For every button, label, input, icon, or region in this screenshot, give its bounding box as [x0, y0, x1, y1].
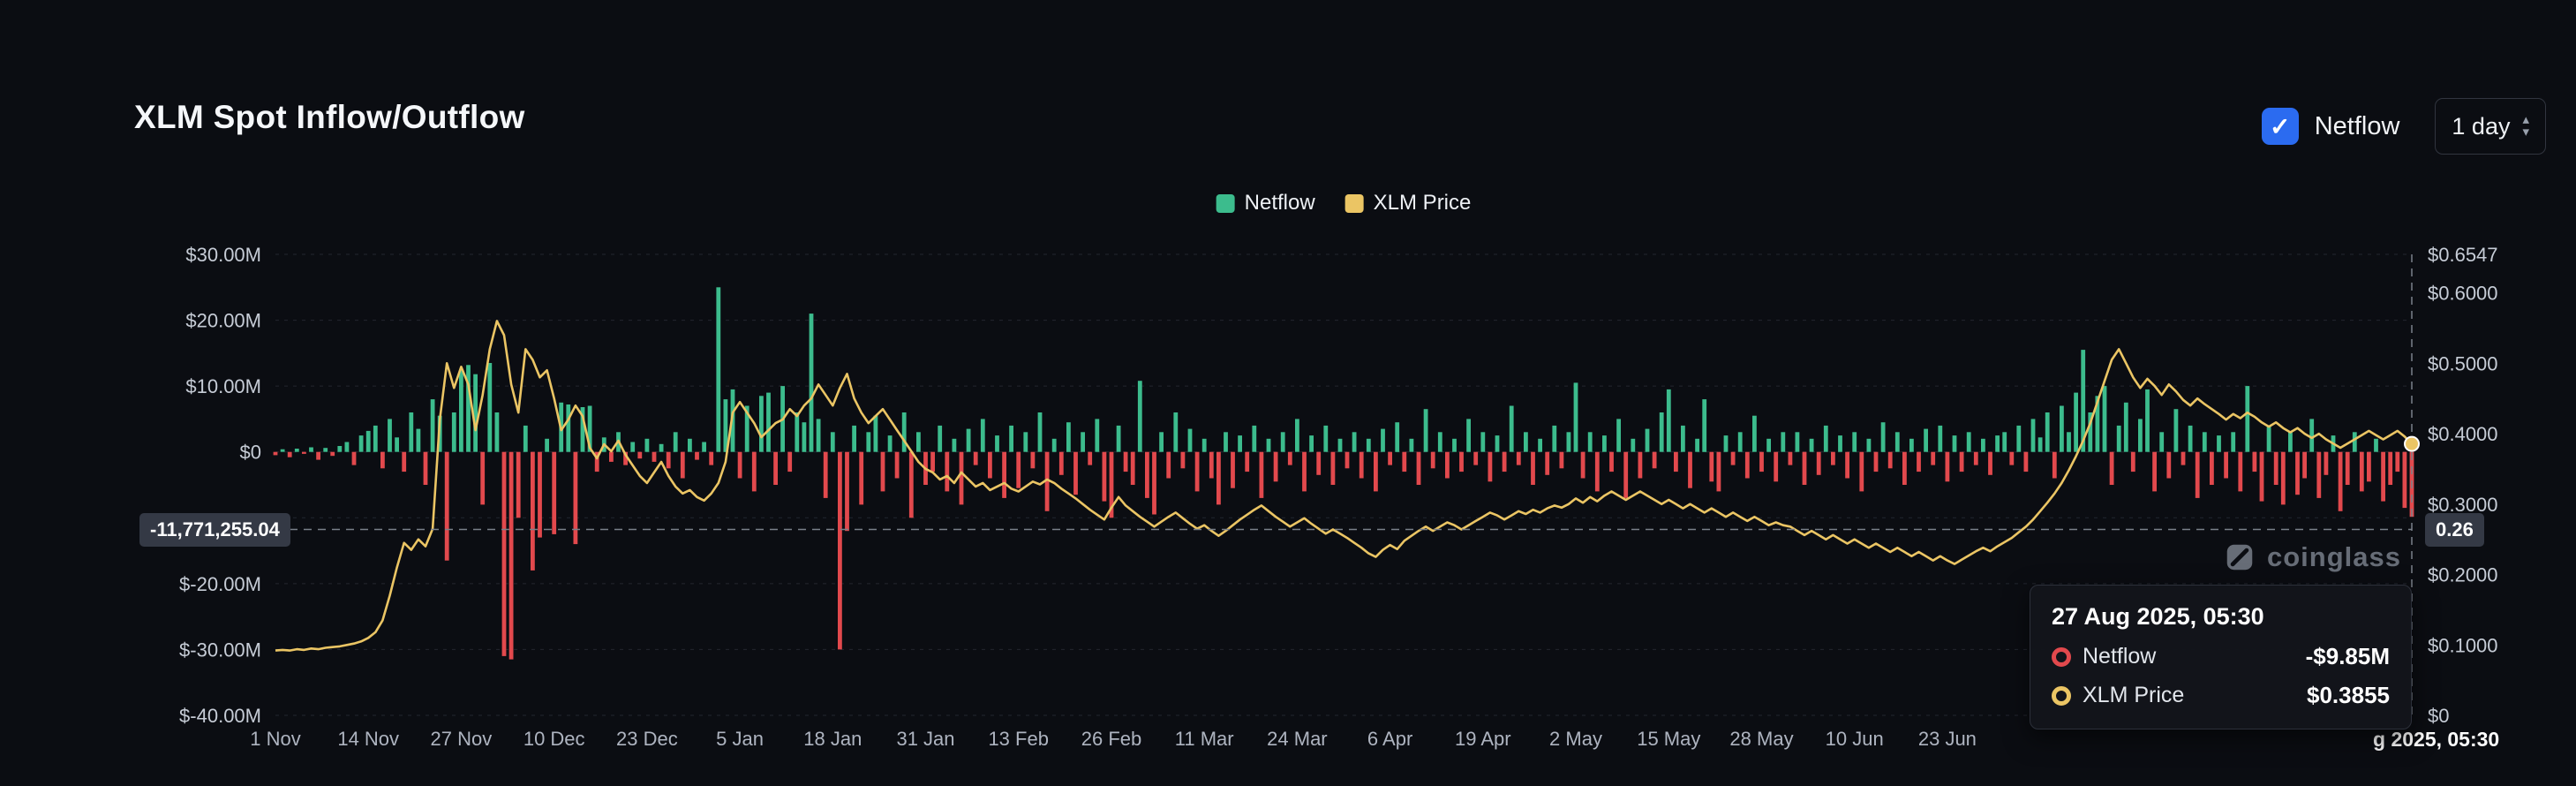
right-axis-labels: $0.6547$0.6000$0.5000$0.4000$0.3000$0.20…: [2428, 244, 2498, 727]
svg-text:6 Apr: 6 Apr: [1367, 728, 1412, 750]
chart-legend: Netflow XLM Price: [1216, 191, 1472, 215]
svg-text:11 Mar: 11 Mar: [1175, 728, 1234, 750]
chevron-up-down-icon: ▴▾: [2522, 114, 2529, 139]
tooltip-row: XLM Price $0.3855: [2052, 682, 2390, 709]
svg-text:$-30.00M: $-30.00M: [179, 639, 261, 661]
svg-text:19 Apr: 19 Apr: [1455, 728, 1511, 750]
legend-item-xlm-price[interactable]: XLM Price: [1345, 191, 1472, 215]
netflow-checkbox-label: Netflow: [2315, 112, 2400, 141]
svg-text:5 Jan: 5 Jan: [716, 728, 764, 750]
svg-text:10 Jun: 10 Jun: [1826, 728, 1884, 750]
xlm-price-swatch-icon: [1345, 194, 1364, 213]
svg-text:$0.1000: $0.1000: [2428, 634, 2498, 656]
tooltip-netflow-label: Netflow: [2083, 644, 2156, 669]
svg-text:23 Jun: 23 Jun: [1918, 728, 1977, 750]
svg-text:$0.5000: $0.5000: [2428, 352, 2498, 374]
svg-text:10 Dec: 10 Dec: [523, 728, 585, 750]
left-axis-labels: $30.00M $20.00M $10.00M $0 $-20.00M $-30.00M $…: [179, 244, 261, 727]
tooltip-date: 27 Aug 2025, 05:30: [2052, 603, 2390, 631]
svg-text:$-20.00M: $-20.00M: [179, 573, 261, 595]
watermark-text: coinglass: [2267, 541, 2401, 573]
svg-text:$0.2000: $0.2000: [2428, 564, 2498, 586]
netflow-checkbox[interactable]: ✓: [2262, 108, 2299, 145]
svg-text:$20.00M: $20.00M: [185, 310, 261, 332]
crosshair-right-value-label: 0.26: [2425, 513, 2484, 547]
svg-text:23 Dec: 23 Dec: [616, 728, 678, 750]
netflow-marker-icon: [2052, 647, 2071, 667]
coinglass-logo-icon: [2223, 540, 2256, 574]
svg-text:$-40.00M: $-40.00M: [179, 705, 261, 727]
svg-text:$0.4000: $0.4000: [2428, 423, 2498, 445]
xlm-price-marker-icon: [2052, 686, 2071, 706]
tooltip-row: Netflow -$9.85M: [2052, 643, 2390, 670]
chart-controls: ✓ Netflow 1 day ▴▾: [2262, 97, 2546, 155]
svg-text:15 May: 15 May: [1637, 728, 1700, 750]
legend-item-netflow[interactable]: Netflow: [1216, 191, 1315, 215]
interval-select-value: 1 day: [2452, 113, 2510, 140]
svg-text:$0.6547: $0.6547: [2428, 244, 2498, 266]
svg-text:27 Nov: 27 Nov: [431, 728, 493, 750]
svg-text:18 Jan: 18 Jan: [803, 728, 862, 750]
svg-text:$0: $0: [2428, 705, 2449, 727]
svg-text:$0: $0: [240, 442, 261, 464]
svg-text:$30.00M: $30.00M: [185, 244, 261, 266]
last-price-dot-icon: [2405, 437, 2419, 451]
legend-netflow-label: Netflow: [1245, 191, 1315, 215]
checkmark-icon: ✓: [2270, 112, 2290, 141]
chart-tooltip: 27 Aug 2025, 05:30 Netflow -$9.85M XLM P…: [2030, 585, 2412, 729]
interval-select[interactable]: 1 day ▴▾: [2435, 98, 2546, 155]
crosshair-left-value-label: -11,771,255.04: [139, 513, 290, 547]
svg-text:26 Feb: 26 Feb: [1081, 728, 1142, 750]
svg-text:1 Nov: 1 Nov: [250, 728, 300, 750]
svg-text:31 Jan: 31 Jan: [896, 728, 954, 750]
crosshair-date-label: g 2025, 05:30: [2373, 728, 2499, 752]
svg-text:13 Feb: 13 Feb: [988, 728, 1049, 750]
coinglass-watermark: coinglass: [2223, 540, 2401, 574]
page-title: XLM Spot Inflow/Outflow: [134, 99, 525, 136]
legend-xlm-price-label: XLM Price: [1374, 191, 1472, 215]
svg-text:24 Mar: 24 Mar: [1267, 728, 1327, 750]
tooltip-xlm-price-value: $0.3855: [2307, 682, 2390, 709]
svg-text:28 May: 28 May: [1729, 728, 1793, 750]
svg-text:$0.6000: $0.6000: [2428, 283, 2498, 305]
tooltip-netflow-value: -$9.85M: [2306, 643, 2390, 670]
svg-text:14 Nov: 14 Nov: [337, 728, 399, 750]
x-axis-labels: 1 Nov 14 Nov 27 Nov 10 Dec 23 Dec 5 Jan 18 Jan…: [250, 728, 1977, 750]
tooltip-xlm-price-label: XLM Price: [2083, 683, 2184, 708]
netflow-swatch-icon: [1216, 194, 1235, 213]
svg-text:2 May: 2 May: [1549, 728, 1602, 750]
xlm-spot-inflow-outflow-panel: $30.00M $20.00M $10.00M $0 $-20.00M $-30.00M $…: [0, 0, 2576, 786]
svg-text:$10.00M: $10.00M: [185, 375, 261, 397]
